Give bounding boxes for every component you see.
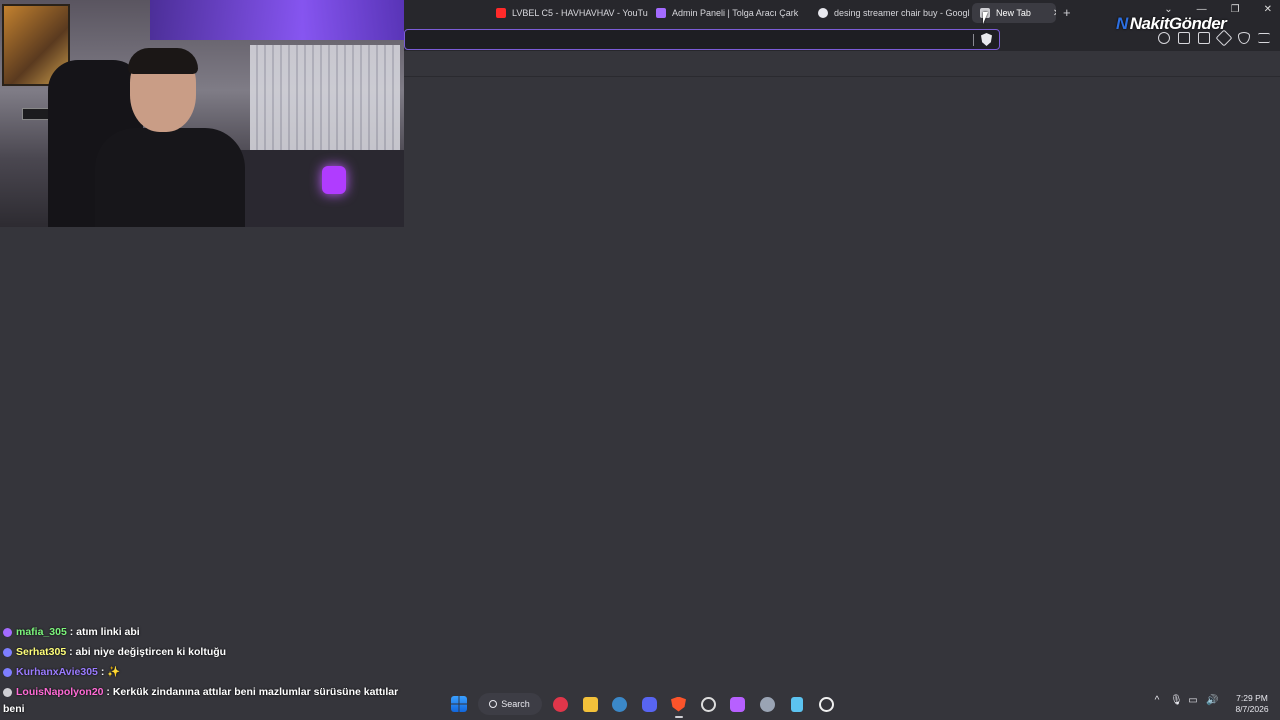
webcam-window-blinds bbox=[250, 45, 400, 155]
chat-message: KurhanxAvie305 : ✨ bbox=[3, 664, 120, 681]
discord-icon bbox=[641, 696, 657, 712]
webcam-streamer-shirt bbox=[95, 128, 245, 227]
taskbar-app[interactable] bbox=[638, 693, 660, 715]
taskbar-search-label: Search bbox=[501, 699, 530, 709]
taskbar-app[interactable] bbox=[550, 693, 572, 715]
file-explorer-icon bbox=[582, 696, 598, 712]
close-tab-icon[interactable]: ✕ bbox=[1053, 8, 1056, 19]
tab-admin-panel[interactable]: Admin Paneli | Tolga Aracı Çark bbox=[648, 3, 810, 23]
menu-icon[interactable] bbox=[1258, 33, 1270, 43]
vpn-icon[interactable] bbox=[1238, 32, 1250, 44]
microphone-icon[interactable]: 🎙 bbox=[1170, 695, 1183, 706]
brave-browser-icon bbox=[671, 696, 686, 712]
youtube-icon bbox=[496, 8, 506, 18]
tab-youtube[interactable]: LVBEL C5 - HAVHAVHAV - YouTube bbox=[488, 3, 648, 23]
google-icon bbox=[818, 8, 828, 18]
volume-icon[interactable]: 🔊 bbox=[1206, 695, 1218, 706]
webcam-streamer-hair bbox=[128, 48, 198, 74]
chat-message: mafia_305 : atım linki abi bbox=[3, 624, 140, 641]
tab-title: New Tab bbox=[996, 8, 1031, 18]
tab-title: LVBEL C5 - HAVHAVHAV - YouTube bbox=[512, 8, 648, 18]
logo-mark: N bbox=[1116, 14, 1128, 33]
mouse-cursor bbox=[983, 12, 991, 24]
logo-text: NakitGönder bbox=[1129, 14, 1227, 33]
windows-icon bbox=[451, 696, 467, 712]
steam-icon bbox=[612, 696, 627, 712]
app-red-icon bbox=[553, 696, 568, 712]
taskbar-app[interactable] bbox=[579, 693, 601, 715]
webcam-overlay bbox=[0, 0, 404, 227]
tray-overflow-icon[interactable]: ^ bbox=[1152, 695, 1162, 706]
app-purple-icon bbox=[730, 696, 745, 712]
tab-title: desing streamer chair buy - Google bbox=[834, 8, 970, 18]
taskbar-app[interactable] bbox=[786, 693, 808, 715]
taskbar-clock[interactable]: 7:29 PM 8/7/2026 bbox=[1228, 693, 1276, 715]
taskbar-apps: Search bbox=[448, 693, 845, 718]
clock-date: 8/7/2026 bbox=[1235, 704, 1269, 714]
address-separator bbox=[973, 34, 974, 46]
chat-badge-icon bbox=[3, 627, 12, 637]
chat-message: Serhat305 : abi niye değiştircen ki kolt… bbox=[3, 644, 226, 661]
chat-username: mafia_305 bbox=[16, 626, 67, 638]
chat-text: : atım linki abi bbox=[66, 626, 140, 638]
webcam-streamer bbox=[95, 48, 245, 227]
system-tray: ^ 🎙 ▭ 🔊 bbox=[1152, 695, 1219, 706]
address-bar[interactable] bbox=[404, 29, 1000, 50]
webcam-microphone bbox=[322, 166, 346, 194]
taskbar-app[interactable] bbox=[756, 693, 778, 715]
search-icon bbox=[489, 700, 498, 708]
maximize-icon[interactable]: ❐ bbox=[1231, 4, 1240, 15]
brave-shield-icon[interactable] bbox=[981, 33, 992, 46]
admin-panel-icon bbox=[656, 8, 666, 18]
tab-title: Admin Paneli | Tolga Aracı Çark bbox=[672, 8, 799, 18]
network-icon[interactable]: ▭ bbox=[1188, 695, 1198, 706]
app-circle-icon bbox=[700, 696, 716, 712]
chat-badge-icon bbox=[3, 647, 12, 657]
obs-icon bbox=[818, 696, 834, 712]
taskbar-app[interactable] bbox=[668, 693, 690, 718]
new-tab-button[interactable]: + bbox=[1063, 5, 1071, 20]
chat-username: Serhat305 bbox=[16, 646, 67, 658]
taskbar-app[interactable] bbox=[815, 693, 837, 715]
close-window-icon[interactable]: ✕ bbox=[1264, 4, 1272, 15]
screen: LVBEL C5 - HAVHAVHAV - YouTube Admin Pan… bbox=[0, 0, 1280, 720]
chat-username: KurhanxAvie305 bbox=[16, 666, 98, 678]
taskbar-app[interactable] bbox=[609, 693, 631, 715]
chat-badge-icon bbox=[3, 667, 12, 677]
overlay-logo: N NakitGönder bbox=[1116, 14, 1227, 34]
tab-google[interactable]: desing streamer chair buy - Google bbox=[810, 3, 970, 23]
taskbar-app[interactable] bbox=[727, 693, 749, 715]
clock-time: 7:29 PM bbox=[1236, 693, 1268, 703]
taskbar-search-button[interactable]: Search bbox=[477, 693, 542, 715]
start-button[interactable] bbox=[448, 693, 470, 715]
settings-icon bbox=[759, 696, 775, 712]
notepad-icon bbox=[790, 696, 803, 712]
chat-text: : ✨ bbox=[97, 666, 121, 678]
chat-text: : abi niye değiştircen ki koltuğu bbox=[66, 646, 227, 658]
taskbar-app[interactable] bbox=[697, 693, 719, 715]
webcam-led-light bbox=[150, 0, 404, 40]
